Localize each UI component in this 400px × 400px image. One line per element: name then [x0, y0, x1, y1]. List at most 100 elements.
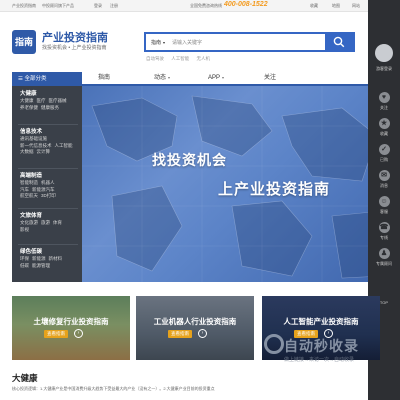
card-title: 工业机器人行业投资指南 [153, 317, 237, 326]
rail-messages[interactable]: ✉ 消息 [368, 170, 400, 189]
category-item[interactable]: 医疗器械 [49, 98, 67, 103]
category-item[interactable]: 新一代信息技术 [20, 143, 52, 148]
all-categories-label: 全部分类 [24, 76, 47, 82]
search-input[interactable] [172, 37, 322, 48]
category-item[interactable]: 大数据 [20, 149, 34, 154]
watermark-logo-icon [264, 334, 284, 354]
hero-banner[interactable]: 找投资机会 上产业投资指南 [82, 86, 386, 282]
nav-news[interactable]: 动态 ▾ [154, 72, 170, 84]
rail-messages-label: 消息 [380, 183, 388, 188]
rail-advisor-label: 专属顾问 [376, 261, 392, 266]
arrow-right-icon[interactable]: › [74, 329, 83, 338]
category-item[interactable]: 航空航天 [20, 193, 38, 198]
category-item[interactable]: 医疗 [37, 98, 46, 103]
category-item[interactable]: 旅游 [41, 220, 50, 225]
top-slogan: 中投顾问旗下产品 [42, 3, 74, 8]
category-item[interactable]: 云计算 [37, 149, 51, 154]
top-link-site[interactable]: 网站 [352, 3, 360, 9]
section-description: 核心投资逻辑：1.大健康产业是中国消费升级大趋势下受益最大的产业（没有之一）。2… [12, 386, 215, 391]
category-item[interactable]: 通讯基础设施 [20, 136, 47, 141]
rail-favorite[interactable]: ★ 收藏 [368, 118, 400, 137]
category-items: 智能制造 机器人 汽车 新能源汽车 航空航天 3D打印 [12, 180, 82, 200]
category-item[interactable]: 机器人 [41, 180, 55, 185]
view-guide-button[interactable]: 查看指南 [44, 330, 68, 338]
rail-advisor[interactable]: ♟ 专属顾问 [368, 248, 400, 267]
banner-subheadline: 上产业投资指南 [218, 181, 331, 198]
heart-icon: ♥ [378, 92, 390, 103]
top-site-name[interactable]: 产业投资指南 [12, 3, 36, 9]
divider [18, 124, 78, 125]
category-item[interactable]: 新材料 [49, 256, 63, 261]
category-item[interactable]: 养老保健 [20, 105, 38, 110]
hotline-label: 全国免费咨询热线 [190, 3, 222, 8]
phone-icon: ☎ [378, 222, 390, 233]
category-title[interactable]: 大健康 [12, 90, 82, 98]
search-button[interactable] [325, 34, 353, 50]
rail-hotline[interactable]: ☎ 专线 [368, 222, 400, 241]
divider [18, 208, 78, 209]
category-items: 环保 新能源 新材料 低碳 能源管理 [12, 256, 82, 269]
nav-app[interactable]: APP ▾ [208, 72, 224, 84]
category-title[interactable]: 绿色低碳 [12, 248, 82, 256]
category-item[interactable]: 低碳 [20, 263, 29, 268]
category-item[interactable]: 智能制造 [20, 180, 38, 185]
all-categories-button[interactable]: ☰ 全部分类 [12, 72, 82, 86]
rail-follow-label: 关注 [380, 105, 388, 110]
hot-word[interactable]: 无人机 [197, 56, 211, 61]
watermark-subtext: 做上链接→来访一次→自动收录 [284, 357, 355, 363]
category-item[interactable]: 环保 [20, 256, 29, 261]
category-item[interactable]: 能源管理 [32, 263, 50, 268]
top-link-map[interactable]: 地图 [332, 3, 340, 9]
site-logo[interactable]: 指南 [12, 30, 36, 54]
search-category-select[interactable]: 指南 ▾ [151, 39, 165, 46]
avatar[interactable] [375, 44, 393, 62]
nav-follow[interactable]: 关注 [264, 72, 276, 84]
rail-purchased-label: 已购 [380, 157, 388, 162]
banner-headline: 找投资机会 [152, 152, 227, 168]
hot-word[interactable]: 自动驾驶 [146, 56, 164, 61]
category-item[interactable]: 新能源汽车 [32, 187, 55, 192]
guide-card-soil[interactable]: 土壤修复行业投资指南 查看指南 › [12, 296, 130, 360]
category-item[interactable]: 影视 [20, 227, 29, 232]
guest-login-label[interactable]: 游客登录 [368, 66, 400, 72]
card-title: 土壤修复行业投资指南 [33, 317, 109, 326]
category-item[interactable]: 健康服务 [41, 105, 59, 110]
nav-guide[interactable]: 指南 [98, 72, 110, 84]
hotline-number: 400-008-1522 [224, 1, 268, 8]
rail-purchased[interactable]: ✓ 已购 [368, 144, 400, 163]
view-guide-button[interactable]: 查看指南 [168, 330, 192, 338]
nav-app-label: APP [208, 75, 221, 81]
card-title: 人工智能产业投资指南 [283, 317, 359, 326]
category-group-health[interactable]: 大健康 大健康 医疗 医疗器械 养老保健 健康服务 [12, 90, 82, 111]
register-link[interactable]: 注册 [110, 3, 118, 9]
guide-card-robot[interactable]: 工业机器人行业投资指南 查看指南 › [136, 296, 254, 360]
category-item[interactable]: 3D打印 [41, 193, 56, 198]
category-group-it[interactable]: 信息技术 通讯基础设施 新一代信息技术 人工智能 大数据 云计算 [12, 128, 82, 156]
category-item[interactable]: 体育 [53, 220, 62, 225]
site-title[interactable]: 产业投资指南 [42, 29, 108, 45]
search-icon [333, 36, 345, 48]
category-item[interactable]: 大健康 [20, 98, 34, 103]
login-link[interactable]: 登录 [94, 3, 102, 9]
category-title[interactable]: 信息技术 [12, 128, 82, 136]
category-item[interactable]: 新能源 [32, 256, 46, 261]
main-nav: ☰ 全部分类 指南 动态 ▾ APP ▾ 关注 [12, 72, 368, 86]
category-group-culture[interactable]: 文旅体育 文化旅游 旅游 体育 影视 [12, 212, 82, 233]
nav-news-label: 动态 [154, 75, 167, 81]
rail-service[interactable]: ☺ 客服 [368, 196, 400, 215]
arrow-right-icon[interactable]: › [198, 329, 207, 338]
category-title[interactable]: 高端制造 [12, 172, 82, 180]
watermark: 自动秒收录 做上链接→来访一次→自动收录 [262, 332, 368, 382]
category-title[interactable]: 文旅体育 [12, 212, 82, 220]
category-group-manufacturing[interactable]: 高端制造 智能制造 机器人 汽车 新能源汽车 航空航天 3D打印 [12, 172, 82, 200]
top-bar: 产业投资指南 中投顾问旗下产品 登录 注册 全国免费咨询热线 400-008-1… [0, 0, 368, 12]
top-link-favorite[interactable]: 收藏 [310, 3, 318, 9]
search-box: 指南 ▾ [144, 32, 355, 52]
chevron-down-icon: ▾ [168, 75, 171, 80]
category-item[interactable]: 汽车 [20, 187, 29, 192]
category-item[interactable]: 人工智能 [55, 143, 73, 148]
category-item[interactable]: 文化旅游 [20, 220, 38, 225]
hot-word[interactable]: 人工智能 [171, 56, 189, 61]
rail-follow[interactable]: ♥ 关注 [368, 92, 400, 111]
category-group-green[interactable]: 绿色低碳 环保 新能源 新材料 低碳 能源管理 [12, 248, 82, 269]
